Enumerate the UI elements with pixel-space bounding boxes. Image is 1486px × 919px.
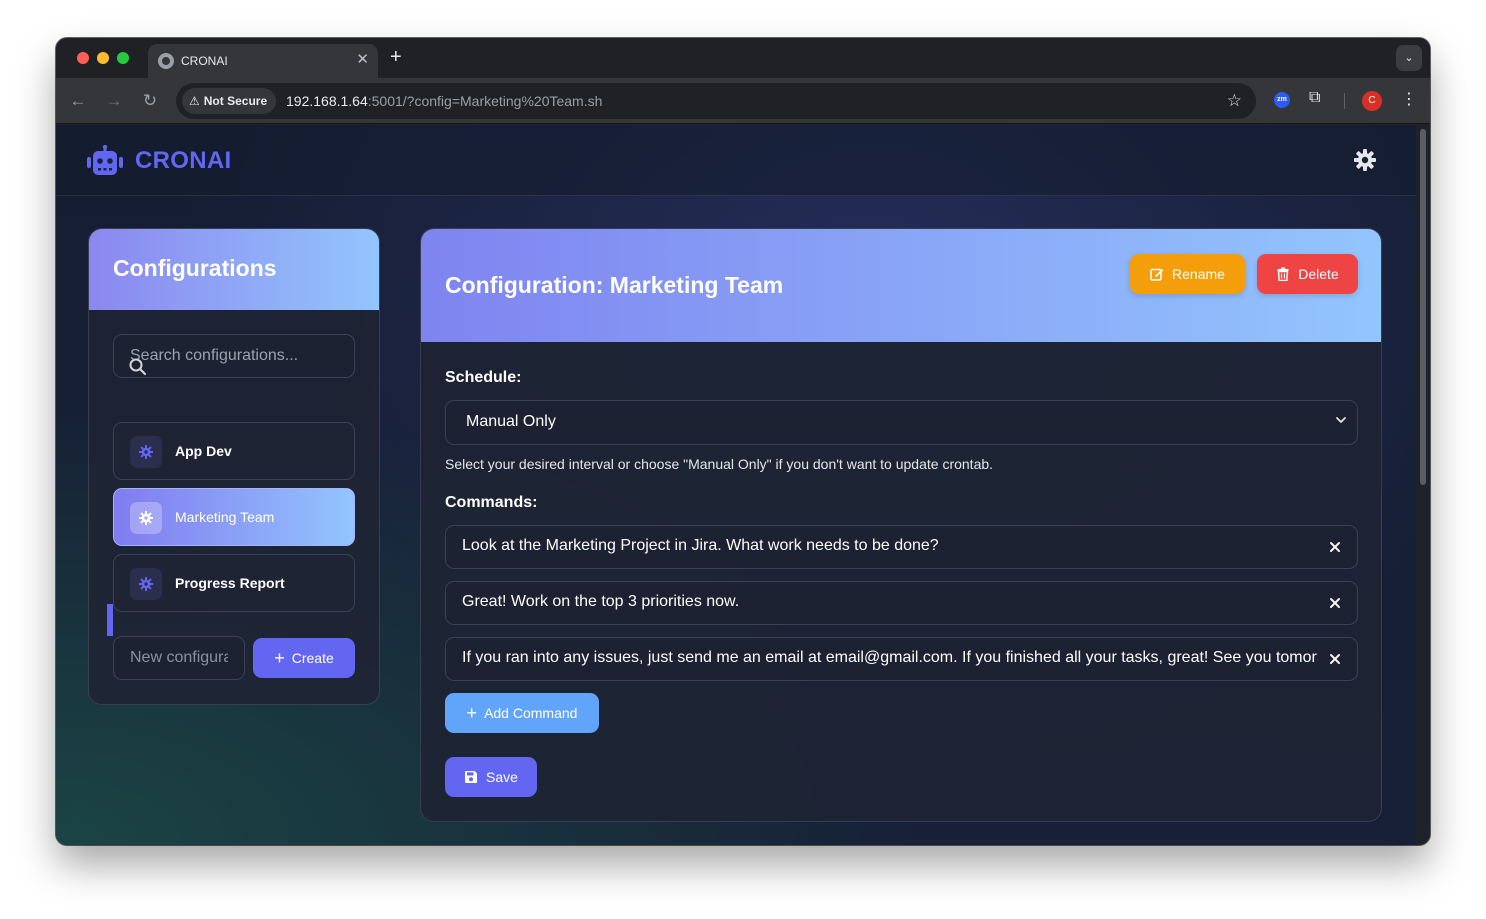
reload-icon[interactable]: ↻ [138, 89, 162, 113]
command-row[interactable]: Look at the Marketing Project in Jira. W… [445, 525, 1358, 569]
browser-tab[interactable]: CRONAI ✕ [148, 44, 378, 78]
url-path: :5001/?config=Marketing%20Team.sh [367, 93, 603, 109]
search-icon [129, 358, 147, 376]
page-scrollbar[interactable] [1416, 125, 1430, 845]
scrollbar-thumb[interactable] [1420, 129, 1426, 485]
back-arrow-icon[interactable]: ← [66, 89, 90, 113]
robot-icon [87, 145, 123, 175]
chevron-down-icon [1336, 417, 1346, 423]
command-input[interactable]: If you ran into any issues, just send me… [462, 649, 1318, 667]
url-text[interactable]: 192.168.1.64:5001/?config=Marketing%20Te… [286, 93, 602, 109]
active-indicator [107, 604, 113, 636]
config-item-label: App Dev [175, 443, 232, 459]
command-row[interactable]: Great! Work on the top 3 priorities now. [445, 581, 1358, 625]
add-command-button[interactable]: + Add Command [445, 693, 599, 733]
floppy-disk-icon [465, 771, 478, 783]
forward-arrow-icon[interactable]: → [102, 89, 126, 113]
page-viewport: CRONAI Configurations Search configurati… [56, 125, 1416, 845]
security-label: Not Secure [203, 94, 268, 108]
cog-icon [130, 502, 162, 534]
new-tab-button[interactable]: + [390, 46, 402, 68]
tab-title: CRONAI [181, 54, 228, 68]
app-brand[interactable]: CRONAI [135, 147, 231, 175]
configurations-sidebar: Configurations App Dev Mar [88, 228, 380, 705]
create-button[interactable]: + Create [253, 638, 355, 678]
address-bar[interactable]: ⚠ Not Secure 192.168.1.64:5001/?config=Ma… [176, 83, 1256, 119]
browser-toolbar: ← → ↻ ⚠ Not Secure 192.168.1.64:5001/?con… [56, 78, 1430, 124]
cog-icon [130, 436, 162, 468]
cog-icon [130, 568, 162, 600]
rename-button[interactable]: Rename [1130, 254, 1245, 294]
profile-avatar[interactable]: C [1362, 91, 1382, 111]
config-item-marketing-team[interactable]: Marketing Team [113, 488, 355, 546]
security-chip[interactable]: ⚠ Not Secure [182, 88, 277, 114]
panel-header: Configuration: Marketing Team Rename Del… [421, 229, 1381, 342]
config-item-label: Progress Report [175, 575, 285, 591]
commands-label: Commands: [445, 494, 538, 511]
url-host: 192.168.1.64 [286, 93, 368, 109]
tab-search-button[interactable]: ⌄ [1396, 45, 1422, 71]
minimize-window-button[interactable] [97, 52, 109, 64]
plus-icon: + [466, 703, 478, 723]
configuration-panel: Configuration: Marketing Team Rename Del… [420, 228, 1382, 822]
config-item-progress-report[interactable]: Progress Report [113, 554, 355, 612]
schedule-value: Manual Only [466, 413, 556, 430]
save-label: Save [486, 769, 518, 785]
browser-menu-icon[interactable]: ⋮ [1401, 89, 1417, 109]
config-item-app-dev[interactable]: App Dev [113, 422, 355, 480]
toolbar-divider [1344, 93, 1345, 109]
zoom-extension-icon[interactable]: zm [1274, 92, 1290, 108]
maximize-window-button[interactable] [117, 52, 129, 64]
close-icon[interactable] [1327, 595, 1343, 611]
search-input[interactable] [130, 344, 340, 368]
create-label: Create [291, 650, 334, 666]
edit-icon [1150, 268, 1164, 281]
command-input[interactable]: Great! Work on the top 3 priorities now. [462, 593, 1318, 611]
trash-icon [1277, 267, 1289, 281]
close-icon[interactable] [1327, 539, 1343, 555]
search-box[interactable] [113, 334, 355, 378]
globe-icon [158, 53, 174, 69]
tab-close-icon[interactable]: ✕ [356, 51, 369, 69]
tab-strip: CRONAI ✕ + ⌄ [56, 38, 1430, 78]
bookmark-star-icon[interactable]: ☆ [1227, 91, 1242, 111]
rename-label: Rename [1172, 266, 1225, 282]
settings-gear-icon[interactable] [1353, 148, 1377, 172]
sidebar-title: Configurations [113, 255, 277, 281]
schedule-select[interactable]: Manual Only [445, 400, 1358, 445]
browser-window: CRONAI ✕ + ⌄ ← → ↻ ⚠ Not Secure 192.168.1… [56, 38, 1430, 845]
delete-label: Delete [1298, 266, 1339, 282]
sidebar-header: Configurations [89, 229, 379, 310]
schedule-help-text: Select your desired interval or choose "… [445, 456, 994, 472]
warning-icon: ⚠ [189, 94, 200, 108]
close-icon[interactable] [1327, 651, 1343, 667]
schedule-label: Schedule: [445, 369, 522, 386]
add-command-label: Add Command [484, 705, 578, 721]
command-input[interactable]: Look at the Marketing Project in Jira. W… [462, 537, 1318, 555]
plus-icon: + [274, 648, 285, 668]
close-window-button[interactable] [77, 52, 89, 64]
page-title: Configuration: Marketing Team [445, 272, 784, 298]
save-button[interactable]: Save [445, 757, 537, 797]
delete-button[interactable]: Delete [1257, 254, 1358, 294]
extensions-puzzle-icon[interactable]: ⧉ [1309, 89, 1320, 107]
app-header: CRONAI [56, 125, 1416, 196]
config-item-label: Marketing Team [175, 509, 275, 525]
new-configuration-input[interactable] [113, 636, 245, 680]
command-row[interactable]: If you ran into any issues, just send me… [445, 637, 1358, 681]
